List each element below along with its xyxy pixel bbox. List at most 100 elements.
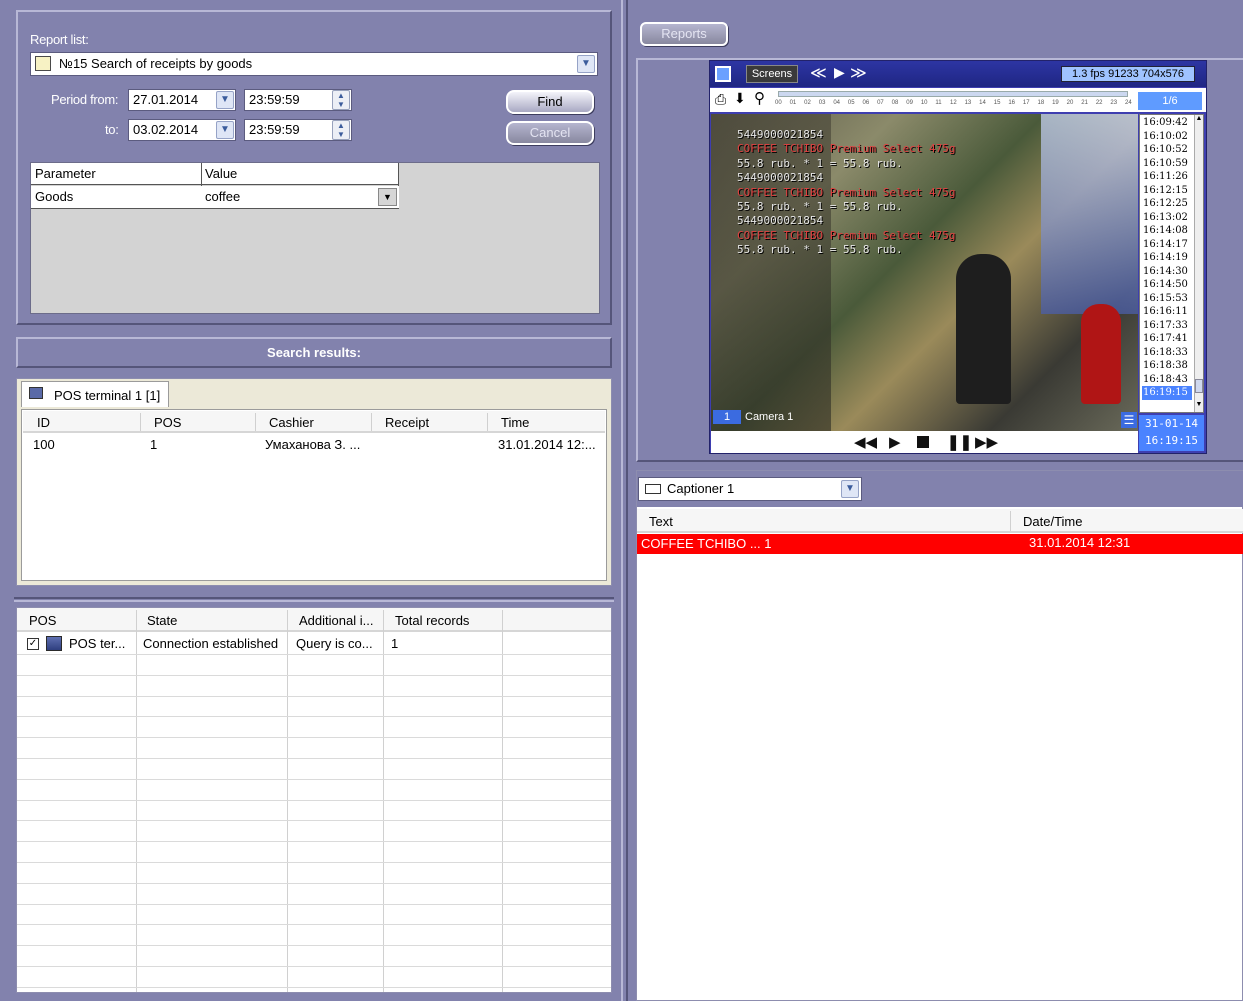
step-back-icon[interactable]: ◀◀ [854,433,877,451]
list-item[interactable]: 16:12:15 [1142,184,1192,198]
cell-additional: Query is co... [296,636,373,651]
list-item[interactable]: 16:18:33 [1142,346,1192,360]
table-row[interactable]: ✓ POS ter... Connection established Quer… [17,634,611,654]
grid-line [17,778,611,780]
grid-line [17,674,611,676]
period-from-time-field[interactable]: 23:59:59 ▲ ▼ [244,89,352,111]
list-item[interactable]: 16:14:08 [1142,224,1192,238]
list-item[interactable]: 16:09:42 [1142,116,1192,130]
horizontal-splitter[interactable] [14,597,614,602]
overlay-text-line: 55.8 rub. * 1 = 55.8 rub. [737,243,903,257]
list-item[interactable]: 16:16:11 [1142,305,1192,319]
pause-icon[interactable]: ❚❚ [947,433,972,451]
timeline-track[interactable] [778,91,1128,97]
period-from-date-field[interactable]: 27.01.2014 ▼ [128,89,236,111]
parameter-grid: Parameter Value Goods coffee ▼ [30,162,600,314]
col-header-additional[interactable]: Additional i... [299,613,373,628]
cell-text: COFFEE TCHIBO ... 1 [641,536,772,551]
parameter-value-input[interactable]: coffee [205,189,240,204]
event-time-list[interactable]: 16:09:42 16:10:02 16:10:52 16:10:59 16:11:26… [1139,114,1204,413]
list-item[interactable]: 16:18:38 [1142,359,1192,373]
parameter-column-header: Parameter [35,166,96,181]
list-item[interactable]: 16:15:53 [1142,292,1192,306]
table-row[interactable]: 100 1 Умаханова З. ... 31.01.2014 12:... [23,435,605,455]
col-header-pos[interactable]: POS [154,415,181,430]
row-checkbox[interactable]: ✓ [27,638,39,650]
zoom-icon[interactable]: ⚲ [754,89,765,107]
calendar-dropdown-icon[interactable]: ▼ [216,121,234,139]
fullscreen-icon[interactable] [715,66,731,82]
rewind-fast-icon[interactable]: ≪ [810,63,827,83]
captioner-select[interactable]: Captioner 1 ▼ [638,477,862,501]
list-item[interactable]: 16:14:50 [1142,278,1192,292]
download-icon[interactable]: ⬇ [734,90,746,107]
list-item[interactable]: 16:14:30 [1142,265,1192,279]
pos-terminal-icon [29,387,43,399]
step-forward-icon[interactable]: ▶▶ [975,433,998,451]
scroll-thumb[interactable] [1195,379,1203,393]
scroll-down-icon[interactable]: ▼ [1195,401,1203,411]
list-item[interactable]: 16:11:26 [1142,170,1192,184]
col-header-datetime[interactable]: Date/Time [1023,514,1082,529]
timeline-tick-label: 00 [775,100,782,106]
grid-line [17,758,611,759]
stop-icon[interactable] [917,436,929,448]
spinner-icon[interactable]: ▲ ▼ [332,90,350,110]
list-item[interactable]: 16:10:52 [1142,143,1192,157]
table-row[interactable]: COFFEE TCHIBO ... 1 31.01.2014 12:31 [637,534,1243,554]
grid-line [17,695,611,697]
screens-button[interactable]: Screens [746,65,798,83]
list-item[interactable]: 16:19:15 [1142,386,1192,400]
camera-image[interactable]: 5449000021854 COFFEE TCHIBO Premium Selec… [711,114,1138,431]
play-icon[interactable]: ▶ [889,433,901,451]
list-item[interactable]: 16:10:59 [1142,157,1192,171]
scrollbar[interactable]: ▲ ▼ [1194,115,1203,412]
scroll-up-icon[interactable]: ▲ [1195,115,1203,125]
col-header-receipt[interactable]: Receipt [385,415,429,430]
col-header-id[interactable]: ID [37,415,50,430]
list-item[interactable]: 16:13:02 [1142,211,1192,225]
overlay-text-line: 55.8 rub. * 1 = 55.8 rub. [737,156,903,170]
col-header-state[interactable]: State [147,613,177,628]
forward-fast-icon[interactable]: ≫ [850,63,867,83]
period-to-date-field[interactable]: 03.02.2014 ▼ [128,119,236,141]
col-header-total-records[interactable]: Total records [395,613,469,628]
search-results-panel: POS terminal 1 [1] ID POS Cashier Receip… [16,378,612,586]
col-header-cashier[interactable]: Cashier [269,415,314,430]
period-to-time-field[interactable]: 23:59:59 ▲ ▼ [244,119,352,141]
spinner-icon[interactable]: ▲ ▼ [332,120,350,140]
cancel-button[interactable]: Cancel [506,121,594,145]
grid-line [17,841,611,843]
print-icon[interactable]: ⎙ [715,91,726,108]
dropdown-arrow-icon[interactable]: ▼ [378,188,397,206]
video-player: Screens ≪ ▶ ≫ 1.3 fps 91233 704x576 ⎙ ⬇ … [709,60,1207,454]
tab-pos-terminal[interactable]: POS terminal 1 [1] [21,381,169,407]
vertical-splitter[interactable] [621,0,628,1001]
calendar-dropdown-icon[interactable]: ▼ [216,91,234,109]
find-button[interactable]: Find [506,90,594,114]
chevron-down-icon[interactable]: ▼ [577,55,595,73]
date-display: 31-01-14 [1145,417,1198,430]
list-item[interactable]: 16:10:02 [1142,130,1192,144]
list-item[interactable]: 16:12:25 [1142,197,1192,211]
list-item[interactable]: 16:14:17 [1142,238,1192,252]
list-item[interactable]: 16:18:43 [1142,373,1192,387]
list-item[interactable]: 16:17:33 [1142,319,1192,333]
grid-line [17,966,611,967]
parameter-row[interactable]: Goods coffee ▼ [31,186,399,209]
list-item[interactable]: 16:17:41 [1142,332,1192,346]
chevron-down-icon[interactable]: ▼ [841,480,859,498]
timeline-tick-label: 03 [818,100,826,106]
report-select[interactable]: №15 Search of receipts by goods ▼ [30,52,598,76]
grid-line [17,654,611,655]
col-header-time[interactable]: Time [501,415,529,430]
col-header-text[interactable]: Text [649,514,673,529]
list-item[interactable]: 16:14:19 [1142,251,1192,265]
play-icon[interactable]: ▶ [834,64,845,81]
timeline-tick-label: 19 [1052,100,1059,106]
cell-datetime: 31.01.2014 12:31 [1029,535,1131,550]
col-header-pos[interactable]: POS [29,613,56,628]
reports-button[interactable]: Reports [640,22,728,46]
menu-icon[interactable]: ☰ [1121,412,1137,428]
timeline-tick-label: 02 [804,100,811,106]
